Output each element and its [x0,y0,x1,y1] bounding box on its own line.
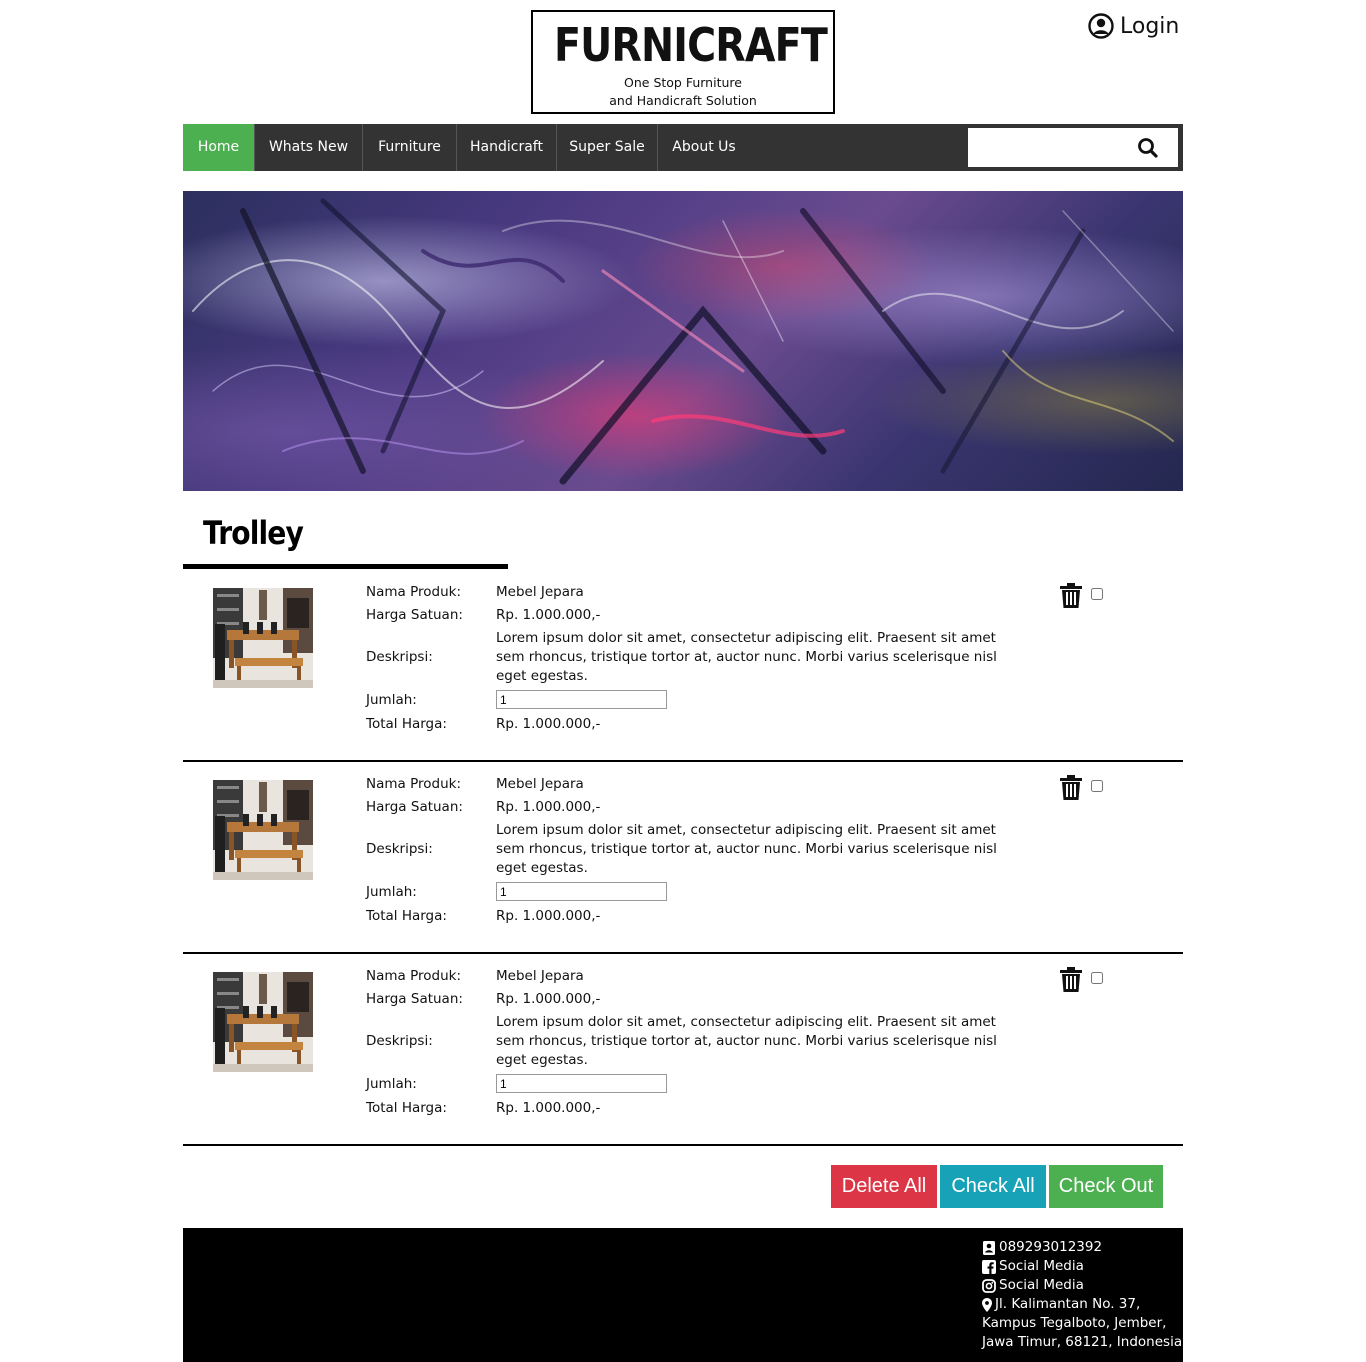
address-line-3: Jawa Timur, 68121, Indonesia [982,1334,1183,1350]
label-total-price: Total Harga: [366,908,447,924]
label-product-name: Nama Produk: [366,968,461,984]
footer-address-line-1: Jl. Kalimantan No. 37, [982,1295,1140,1314]
unit-price: Rp. 1.000.000,- [496,607,601,623]
search-box [968,128,1178,167]
cart-item: Nama Produk: Mebel Jepara Harga Satuan: … [183,568,1183,762]
unit-price: Rp. 1.000.000,- [496,799,601,815]
page-title: Trolley [203,514,304,552]
social-media-label: Social Media [999,1277,1084,1293]
nav-item-furniture[interactable]: Furniture [363,124,457,171]
nav-item-whats-new[interactable]: Whats New [255,124,363,171]
total-price: Rp. 1.000.000,- [496,716,601,732]
map-marker-icon [982,1297,992,1312]
cart-item: Nama Produk: Mebel Jepara Harga Satuan: … [183,952,1183,1146]
product-description: Lorem ipsum dolor sit amet, consectetur … [496,630,997,684]
select-item-checkbox[interactable] [1091,588,1103,600]
label-quantity: Jumlah: [366,1076,417,1092]
instagram-icon [982,1278,996,1293]
select-item-checkbox[interactable] [1091,972,1103,984]
product-description: Lorem ipsum dolor sit amet, consectetur … [496,1014,997,1068]
product-name: Mebel Jepara [496,968,584,984]
contact-icon [983,1240,995,1255]
label-unit-price: Harga Satuan: [366,799,463,815]
hero-banner-image [183,191,1183,491]
dining-set-image [213,972,313,1072]
product-name: Mebel Jepara [496,584,584,600]
search-icon[interactable] [1136,136,1160,160]
label-product-name: Nama Produk: [366,776,461,792]
footer-facebook-link[interactable]: Social Media [982,1257,1084,1276]
total-price: Rp. 1.000.000,- [496,908,601,924]
label-description: Deskripsi: [366,1033,433,1049]
label-total-price: Total Harga: [366,716,447,732]
label-unit-price: Harga Satuan: [366,991,463,1007]
product-name: Mebel Jepara [496,776,584,792]
check-out-button[interactable]: Check Out [1049,1165,1163,1208]
dining-set-image [213,588,313,688]
label-description: Deskripsi: [366,841,433,857]
nav-item-super-sale[interactable]: Super Sale [557,124,658,171]
logo-tagline-line-1: One Stop Furniture [624,75,742,90]
logo-tagline-line-2: and Handicraft Solution [609,93,757,108]
product-thumbnail[interactable] [213,972,313,1072]
site-footer: 089293012392 Social Media Social Media J… [183,1228,1183,1362]
address-line-2: Kampus Tegalboto, Jember, [982,1315,1167,1331]
login-button[interactable]: Login [1088,10,1179,42]
footer-instagram-link[interactable]: Social Media [982,1276,1084,1295]
trash-icon[interactable] [1059,775,1083,801]
phone-number: 089293012392 [999,1239,1103,1255]
logo-title: FURNICRAFT [554,18,828,72]
label-total-price: Total Harga: [366,1100,447,1116]
site-logo[interactable]: FURNICRAFT One Stop Furniture and Handic… [531,10,835,114]
facebook-icon [982,1259,996,1274]
label-quantity: Jumlah: [366,884,417,900]
user-circle-icon [1088,13,1114,39]
delete-all-button[interactable]: Delete All [831,1165,937,1208]
product-thumbnail[interactable] [213,588,313,688]
label-unit-price: Harga Satuan: [366,607,463,623]
trash-icon[interactable] [1059,583,1083,609]
unit-price: Rp. 1.000.000,- [496,991,601,1007]
trash-icon[interactable] [1059,967,1083,993]
social-media-label: Social Media [999,1258,1084,1274]
quantity-input[interactable] [496,1074,667,1093]
label-product-name: Nama Produk: [366,584,461,600]
nav-item-about-us[interactable]: About Us [658,124,750,171]
product-description: Lorem ipsum dolor sit amet, consectetur … [496,822,997,876]
address-line-1: Jl. Kalimantan No. 37, [995,1296,1141,1312]
label-description: Deskripsi: [366,649,433,665]
quantity-input[interactable] [496,882,667,901]
check-all-button[interactable]: Check All [940,1165,1046,1208]
label-quantity: Jumlah: [366,692,417,708]
select-item-checkbox[interactable] [1091,780,1103,792]
product-thumbnail[interactable] [213,780,313,880]
nav-item-home[interactable]: Home [183,124,255,171]
nav-item-handicraft[interactable]: Handicraft [457,124,557,171]
dining-set-image [213,780,313,880]
login-label: Login [1120,13,1180,39]
quantity-input[interactable] [496,690,667,709]
total-price: Rp. 1.000.000,- [496,1100,601,1116]
banner-abstract-art [192,198,1174,485]
cart-item: Nama Produk: Mebel Jepara Harga Satuan: … [183,760,1183,954]
search-input[interactable] [968,128,1144,167]
footer-phone[interactable]: 089293012392 [982,1238,1102,1257]
